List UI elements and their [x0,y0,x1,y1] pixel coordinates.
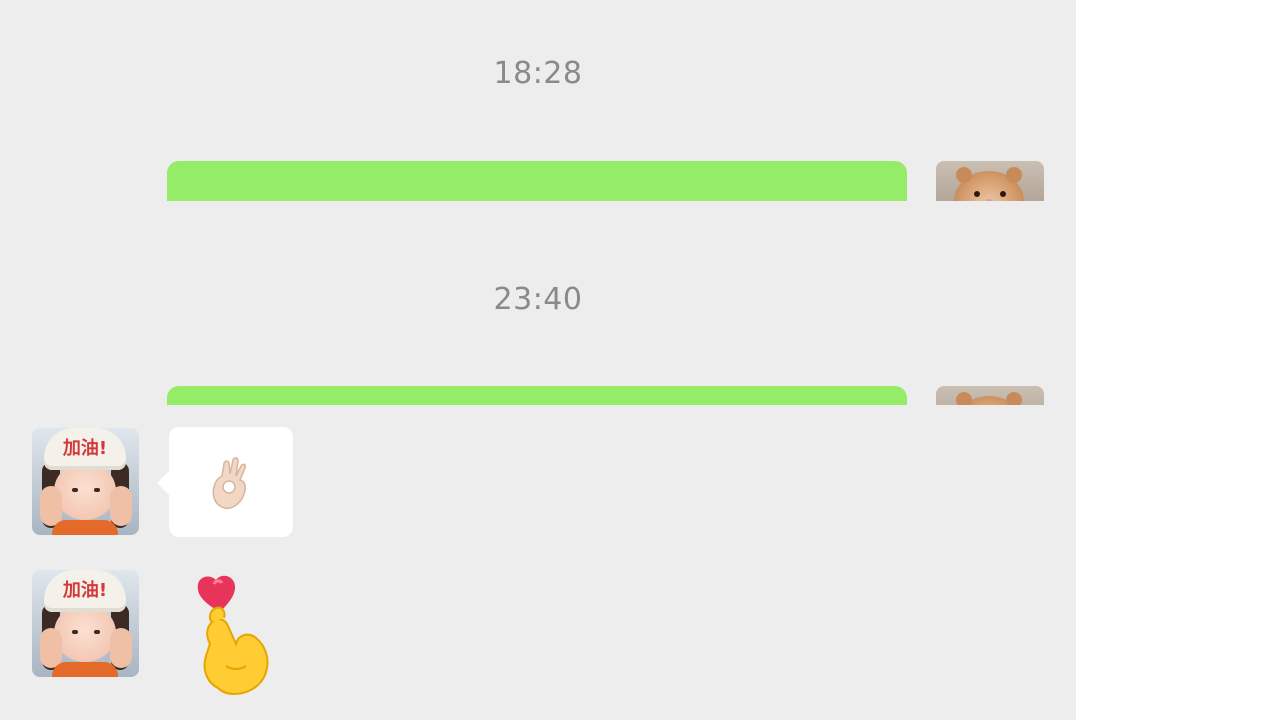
hat: 加油! [44,428,126,470]
timestamp: 23:40 [493,282,583,317]
right-panel [1076,0,1280,720]
contact-avatar[interactable]: 加油! [32,570,139,677]
self-message-bubble[interactable] [167,386,907,405]
hat-text: 加油! [62,580,108,601]
contact-message-bubble[interactable] [157,427,293,537]
hat: 加油! [44,570,126,612]
chat-area: 18:28 师姐，我报名参加这次活动的 23:40 [0,0,1076,720]
hat-text: 加油! [62,438,108,459]
message-row-self [0,386,1076,405]
self-avatar[interactable] [936,386,1044,405]
ok-hand-icon [169,427,293,537]
self-avatar[interactable] [936,161,1044,201]
timestamp: 18:28 [493,56,583,91]
contact-avatar[interactable]: 加油! [32,428,139,535]
message-text: 师姐，我报名参加这次活动的 [203,189,801,201]
message-row-self: 师姐，我报名参加这次活动的 [0,161,1076,201]
finger-heart-icon[interactable] [192,570,276,700]
self-message-bubble[interactable]: 师姐，我报名参加这次活动的 [167,161,907,201]
